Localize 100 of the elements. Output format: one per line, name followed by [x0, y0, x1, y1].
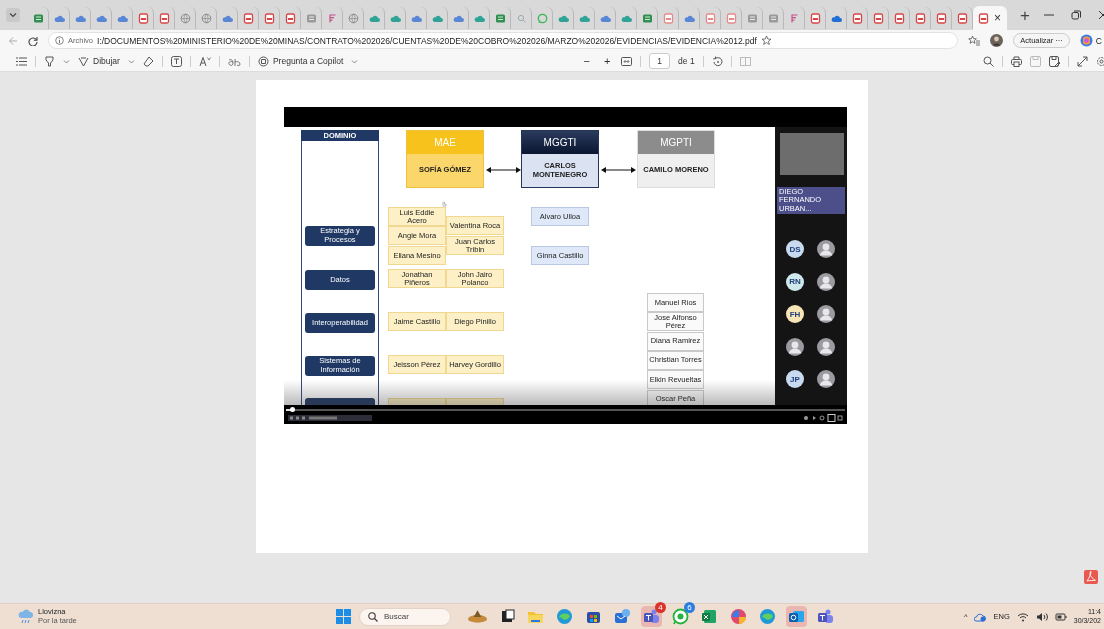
url-text: I:/DOCUMENTOS%20MINISTERIO%20DE%20MINAS/CONTRATO%202026/CUENTAS%20DE%20COBRO%202026/MARZO%202026/EVIDENCIAS/EVIDENCIA%2012.pdf: [97, 35, 757, 46]
restore-icon[interactable]: [1071, 10, 1081, 20]
avatar-icon[interactable]: [990, 34, 1004, 47]
cursor-icon: [442, 201, 447, 207]
site-icon: [32, 12, 44, 24]
site-icon: [893, 12, 905, 24]
battery-icon[interactable]: [1054, 611, 1067, 622]
browser-icon: [556, 608, 573, 625]
pdf-app-icon[interactable]: [1084, 570, 1098, 584]
participant-avatar: FH: [786, 305, 804, 323]
avatar-silhouette-icon: [817, 337, 835, 356]
avatar-silhouette-icon: [817, 272, 835, 291]
copilot-button[interactable]: Pregunta a Copilot: [257, 55, 344, 67]
site-icon: [978, 12, 989, 24]
site-icon: [494, 12, 506, 24]
participant-avatar: RN: [786, 272, 804, 291]
contents-icon[interactable]: [16, 56, 27, 66]
site-icon: [767, 12, 779, 24]
site-icon: [515, 12, 527, 24]
search-icon[interactable]: [983, 55, 994, 67]
notification-badge: 6: [684, 602, 695, 613]
windows-start-icon[interactable]: [336, 609, 351, 624]
new-tab-button[interactable]: +: [1017, 6, 1033, 24]
site-icon: [200, 12, 212, 24]
site-icon: [851, 12, 863, 24]
save-icon: [1030, 55, 1041, 67]
site-icon: [746, 12, 758, 24]
site-icon: [305, 12, 317, 24]
role-title: MAE: [407, 131, 483, 154]
settings-icon[interactable]: [1096, 55, 1104, 67]
search-field[interactable]: Buscar: [359, 607, 451, 626]
page-total-label: de 1: [678, 56, 695, 66]
site-icon: [725, 12, 737, 24]
site-icon: [704, 12, 716, 24]
player-controls-icon[interactable]: [288, 415, 372, 421]
site-icon: [536, 12, 548, 24]
site-icon: [662, 12, 674, 24]
mail-icon: [614, 608, 631, 625]
eraser-icon[interactable]: [142, 55, 154, 67]
teams-icon: [643, 608, 660, 625]
print-icon[interactable]: [1011, 55, 1022, 67]
read-aloud-icon[interactable]: [198, 55, 211, 67]
site-icon: [284, 12, 296, 24]
star-icon[interactable]: [760, 35, 772, 46]
rotate-icon[interactable]: [711, 55, 723, 67]
favorites-icon[interactable]: [968, 35, 981, 46]
copilot-icon: [730, 608, 747, 625]
fullscreen-icon[interactable]: [1077, 55, 1088, 67]
copilot-icon: [257, 55, 269, 67]
site-icon: [326, 12, 338, 24]
cloud-sync-icon[interactable]: [974, 611, 987, 622]
participant-avatar: DS: [786, 240, 804, 258]
mail-icon: [788, 608, 805, 625]
info-icon[interactable]: [55, 36, 64, 45]
volume-icon[interactable]: [1035, 611, 1048, 622]
site-icon: [935, 12, 947, 24]
taskbar-app-button[interactable]: 6: [670, 606, 691, 627]
reload-icon[interactable]: [28, 35, 38, 46]
fit-page-icon[interactable]: [621, 56, 633, 66]
double-arrow: [486, 166, 521, 174]
draw-button[interactable]: Dibujar: [78, 55, 120, 67]
close-tab-button[interactable]: ×: [993, 11, 1002, 25]
highlighter-icon[interactable]: [44, 55, 55, 67]
site-icon: [137, 12, 149, 24]
avatar-silhouette-icon: [817, 370, 835, 388]
wifi-icon[interactable]: [1016, 611, 1029, 622]
site-icon: [956, 12, 968, 24]
video-placeholder: [780, 133, 844, 175]
site-icon: [263, 12, 275, 24]
zoom-out-button[interactable]: −: [580, 55, 593, 67]
site-icon: [179, 12, 191, 24]
site-icon: [641, 12, 653, 24]
participant-avatar: JP: [786, 370, 804, 388]
avatar-silhouette-icon: [786, 337, 804, 356]
rain-cloud-icon: [18, 608, 34, 625]
site-icon: [788, 12, 800, 24]
browser-icon: [759, 608, 776, 625]
browser-tab[interactable]: ×: [973, 6, 1007, 30]
chat-icon: [672, 608, 689, 625]
chevron-down-icon[interactable]: [6, 8, 20, 22]
spreadsheet-icon: [701, 608, 718, 625]
site-icon: [914, 12, 926, 24]
save-as-icon[interactable]: [1049, 55, 1060, 67]
playhead-icon[interactable]: [289, 407, 295, 412]
site-icon: [158, 12, 170, 24]
page-number-field[interactable]: 1: [649, 53, 671, 69]
avatar-silhouette-icon: [817, 240, 835, 258]
site-icon: [809, 12, 821, 24]
zoom-in-button[interactable]: +: [600, 55, 614, 67]
copilot-icon[interactable]: [1079, 34, 1093, 47]
notification-badge: 4: [655, 602, 666, 613]
teams-icon: [817, 608, 834, 625]
player-settings-icon[interactable]: [803, 414, 843, 422]
role-title: MGPTI: [638, 131, 714, 154]
two-pages-icon: [739, 56, 751, 66]
search-icon: [368, 611, 378, 622]
text-box-icon[interactable]: [170, 55, 182, 67]
weather-widget-icon: [467, 608, 488, 625]
pen-icon: [78, 55, 89, 67]
copilot-label[interactable]: C: [1095, 35, 1102, 46]
